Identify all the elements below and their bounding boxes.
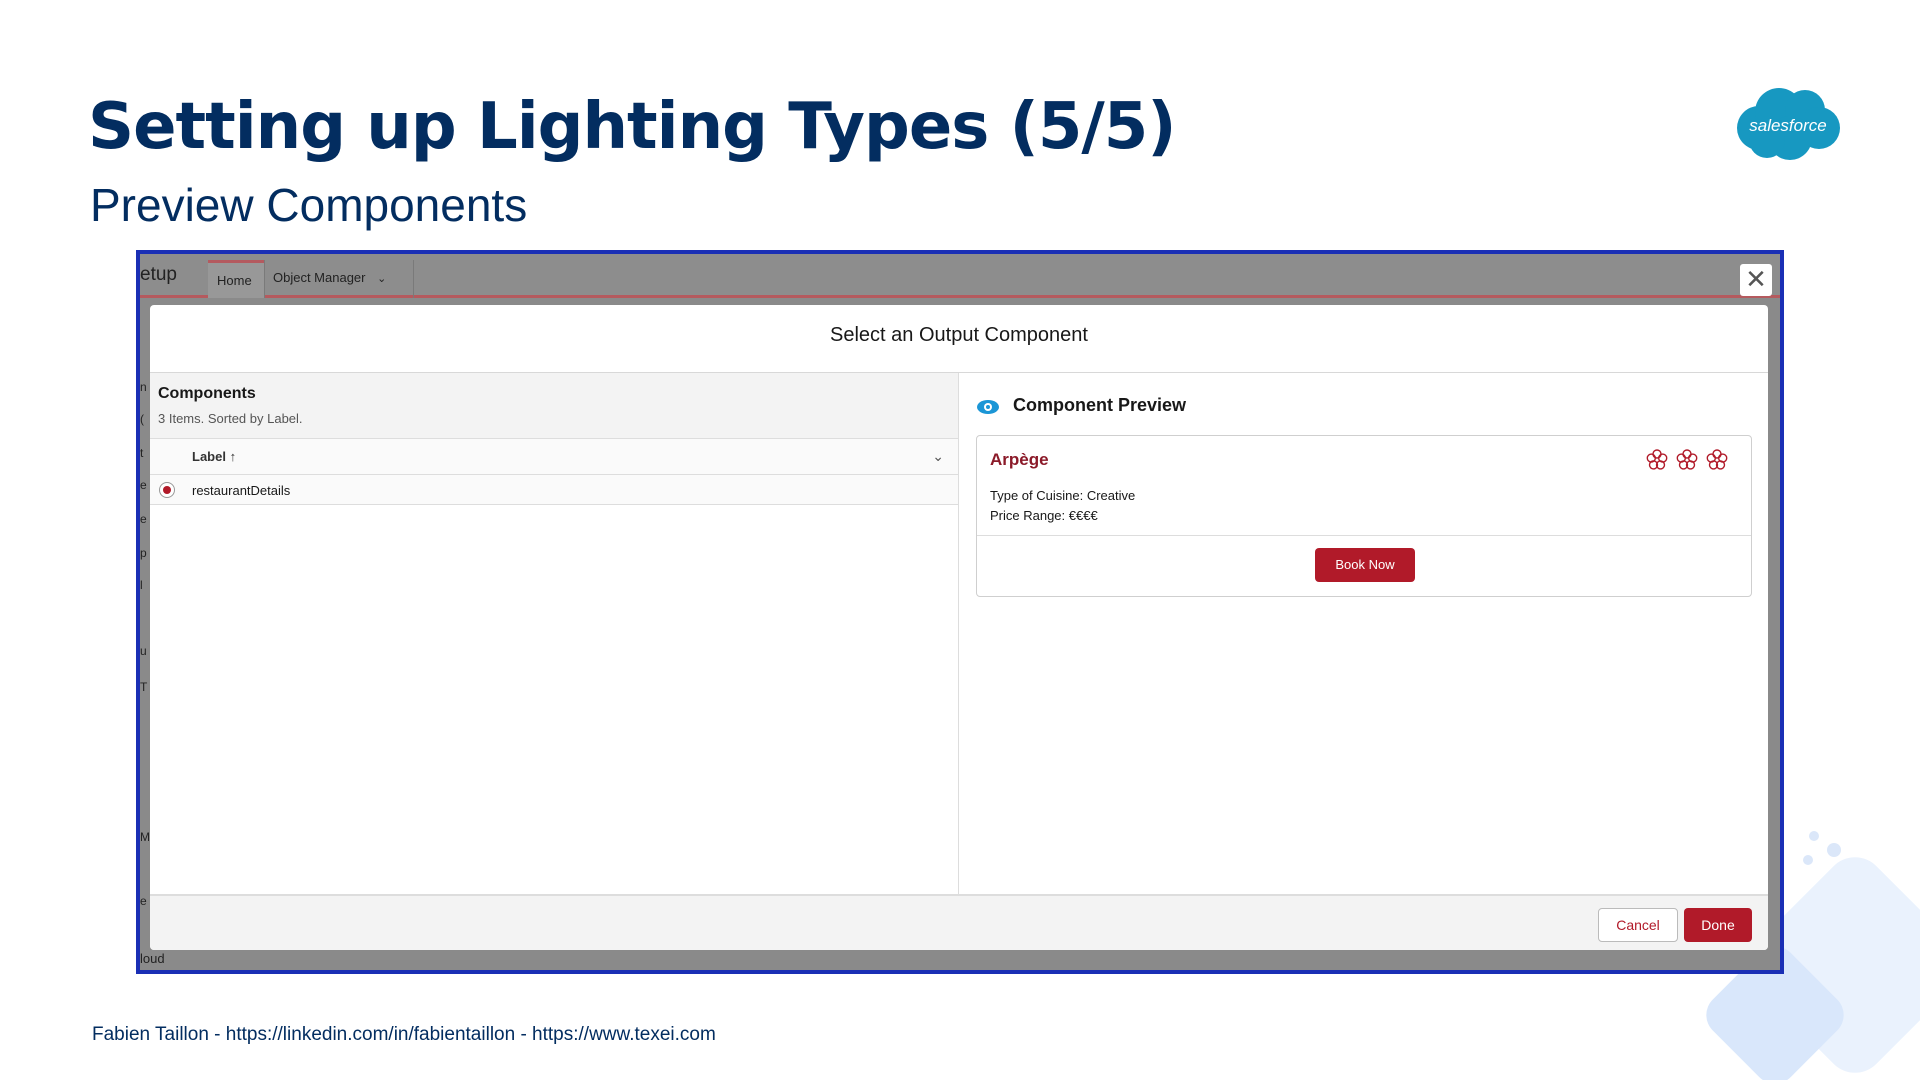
background-sidebar: n ( t e e p l u T M e <box>140 314 150 970</box>
logo-text: salesforce <box>1749 116 1826 135</box>
preview-title-wrap: Component Preview <box>976 395 1186 416</box>
background-fragment: e <box>140 512 147 526</box>
book-now-button[interactable]: Book Now <box>1315 548 1415 582</box>
preview-title: Component Preview <box>1013 395 1187 415</box>
background-fragment: t <box>140 446 144 460</box>
tab-object-manager[interactable]: Object Manager ⌄ <box>264 260 414 298</box>
background-fragment: ( <box>140 412 144 426</box>
chevron-down-icon: ⌄ <box>377 273 387 285</box>
slide-title: Setting up Lighting Types (5/5) <box>88 90 1177 164</box>
background-fragment: M <box>140 830 150 844</box>
components-title: Components <box>158 385 256 402</box>
cancel-button[interactable]: Cancel <box>1598 908 1678 942</box>
close-icon[interactable]: ✕ <box>1740 264 1772 296</box>
eye-icon <box>977 400 999 414</box>
price-range: Price Range: €€€€ <box>990 508 1098 523</box>
background-cloud-text: loud <box>140 951 165 966</box>
preview-pane: Component Preview Arpège Type of Cuisine… <box>960 373 1768 895</box>
components-header: Components 3 Items. Sorted by Label. <box>150 373 958 439</box>
footer-credits: Fabien Taillon - https://linkedin.com/in… <box>92 1024 716 1045</box>
components-pane: Components 3 Items. Sorted by Label. Lab… <box>150 373 959 895</box>
background-fragment: T <box>140 680 148 694</box>
cuisine-type: Type of Cuisine: Creative <box>990 488 1136 503</box>
table-row[interactable]: restaurantDetails <box>150 475 958 505</box>
restaurant-card: Arpège Type of Cuisine: Creative Price R… <box>976 435 1752 597</box>
background-right-edge <box>1770 305 1780 950</box>
card-body: Arpège Type of Cuisine: Creative Price R… <box>977 436 1751 536</box>
background-fragment: l <box>140 578 143 592</box>
background-fragment: u <box>140 644 147 658</box>
tab-home[interactable]: Home <box>208 260 264 298</box>
slide-subtitle: Preview Components <box>90 179 528 231</box>
background-fragment: p <box>140 546 147 560</box>
components-subtitle: 3 Items. Sorted by Label. <box>158 411 303 426</box>
michelin-stars-icon <box>1646 449 1728 470</box>
modal-title: Select an Output Component <box>150 305 1768 373</box>
background-fragment: n <box>140 380 147 394</box>
tab-home-label: Home <box>217 273 252 288</box>
output-component-modal: Select an Output Component Components 3 … <box>150 305 1768 950</box>
setup-label: etup <box>140 264 177 285</box>
row-label: restaurantDetails <box>192 483 291 498</box>
background-fragment: e <box>140 478 147 492</box>
screenshot-frame: etup Home Object Manager ⌄ ✕ n ( t e e p… <box>136 250 1784 974</box>
card-footer: Book Now <box>977 536 1751 596</box>
tab-object-manager-label: Object Manager <box>273 270 366 285</box>
modal-footer: Cancel Done <box>150 894 1768 950</box>
done-button[interactable]: Done <box>1684 908 1752 942</box>
background-fragment: e <box>140 894 147 908</box>
restaurant-name: Arpège <box>990 450 1049 469</box>
salesforce-logo-icon: salesforce <box>1737 88 1840 160</box>
label-column-header[interactable]: Label ↑ ⌄ <box>150 439 958 475</box>
label-column-title: Label ↑ <box>192 449 237 464</box>
setup-topbar: etup Home Object Manager ⌄ ✕ <box>140 254 1780 298</box>
chevron-down-icon[interactable]: ⌄ <box>932 448 944 465</box>
row-radio[interactable] <box>159 482 175 498</box>
